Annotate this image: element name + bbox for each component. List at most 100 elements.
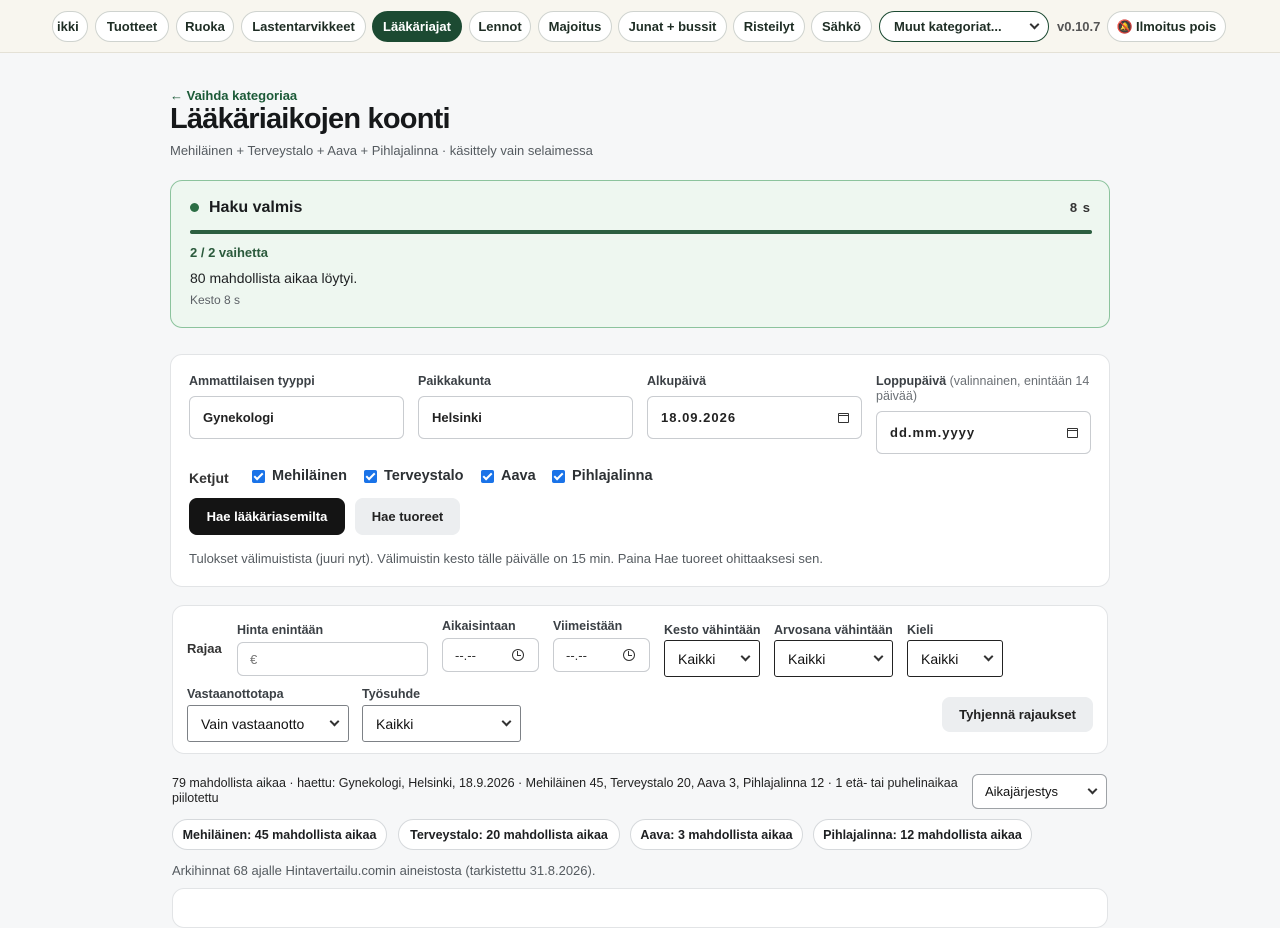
status-progress-fill [190, 230, 1092, 234]
nav-pill-tuotteet[interactable]: Tuotteet [95, 11, 169, 42]
chevron-down-icon [1029, 19, 1040, 30]
search-clinics-button[interactable]: Hae lääkäriasemilta [189, 498, 345, 535]
change-category-link[interactable]: ← Vaihda kategoriaa [170, 88, 297, 103]
language-value: Kaikki [921, 650, 959, 667]
chain-checkbox-terveystalo[interactable]: Terveystalo [364, 468, 464, 484]
start-date-label: Alkupäivä [647, 374, 707, 388]
chevron-down-icon [1087, 784, 1098, 795]
nav-pill-label: Ruoka [185, 19, 225, 34]
nav-pill-label: Junat + bussit [628, 19, 717, 34]
language-label: Kieli [907, 623, 934, 637]
chevron-down-icon [873, 651, 884, 662]
chain-checkbox-aava[interactable]: Aava [481, 468, 536, 484]
sort-select[interactable]: Aikajärjestys [972, 774, 1107, 809]
mode-select[interactable]: Vain vastaanotto [187, 705, 349, 742]
employment-select[interactable]: Kaikki [362, 705, 521, 742]
language-select[interactable]: Kaikki [907, 640, 1003, 677]
end-date-input[interactable]: dd.mm.yyyy [876, 411, 1091, 454]
nav-pill-partial[interactable]: ikki [52, 11, 88, 42]
earliest-time-value: --.-- [455, 647, 476, 663]
more-categories-label: Muut kategoriat... [894, 19, 1002, 34]
min-rating-select[interactable]: Kaikki [774, 640, 893, 677]
latest-time-input[interactable]: --.-- [553, 638, 650, 672]
cache-note: Tulokset välimuistista (juuri nyt). Väli… [189, 551, 823, 566]
page-title: Lääkäriaikojen koonti [170, 103, 451, 135]
nav-pill-label: Tuotteet [106, 19, 158, 34]
chain-chip-terveystalo[interactable]: Terveystalo: 20 mahdollista aikaa [398, 819, 620, 850]
chain-chip-pihlajalinna[interactable]: Pihlajalinna: 12 mahdollista aikaa [813, 819, 1032, 850]
end-date-label-text: Loppupäivä [876, 374, 947, 388]
chain-label: Pihlajalinna [572, 468, 653, 484]
notify-toggle-button[interactable]: 🔕 Ilmoitus pois [1107, 11, 1226, 42]
more-categories-select[interactable]: Muut kategoriat... [879, 11, 1049, 42]
nav-pill-lastentarvikkeet[interactable]: Lastentarvikkeet [241, 11, 366, 42]
chain-checkbox-pihlajalinna[interactable]: Pihlajalinna [552, 468, 653, 484]
min-rating-value: Kaikki [788, 650, 826, 667]
min-duration-select[interactable]: Kaikki [664, 640, 760, 677]
nav-pill-junat-bussit[interactable]: Junat + bussit [618, 11, 727, 42]
clear-filters-button[interactable]: Tyhjennä rajaukset [942, 697, 1093, 732]
bell-off-icon: 🔕 [1116, 18, 1133, 34]
status-duration: Kesto 8 s [190, 293, 241, 307]
start-date-input[interactable]: 18.09.2026 [647, 396, 862, 439]
page-subtitle: Mehiläinen + Terveystalo + Aava + Pihlaj… [170, 143, 593, 158]
nav-pill-label: Lääkäriajat [383, 19, 451, 34]
city-label: Paikkakunta [418, 374, 491, 388]
min-rating-label: Arvosana vähintään [774, 623, 893, 637]
employment-value: Kaikki [376, 715, 414, 732]
max-price-placeholder: € [250, 651, 258, 667]
mode-value: Vain vastaanotto [201, 715, 305, 732]
mode-label: Vastaanottotapa [187, 687, 284, 701]
nav-pill-label: Lennot [478, 19, 522, 34]
status-dot-icon [190, 203, 199, 212]
chain-checkbox-mehilainen[interactable]: Mehiläinen [252, 468, 347, 484]
refresh-search-button[interactable]: Hae tuoreet [355, 498, 460, 535]
nav-pill-risteilyt[interactable]: Risteilyt [733, 11, 805, 42]
earliest-time-input[interactable]: --.-- [442, 638, 539, 672]
status-stage: 2 / 2 vaihetta [190, 245, 269, 260]
clock-icon[interactable] [623, 649, 635, 661]
checkbox-checked-icon[interactable] [552, 469, 565, 483]
calendar-icon[interactable] [1067, 427, 1078, 438]
latest-time-value: --.-- [566, 647, 587, 663]
max-price-input[interactable]: € [237, 642, 428, 676]
notify-toggle-label: Ilmoitus pois [1136, 19, 1217, 34]
clock-icon[interactable] [512, 649, 524, 661]
chevron-down-icon [983, 651, 994, 662]
chain-chip-mehilainen[interactable]: Mehiläinen: 45 mahdollista aikaa [172, 819, 387, 850]
status-found-count: 80 mahdollista aikaa löytyi. [190, 270, 358, 286]
nav-pill-label: Lastentarvikkeet [252, 19, 355, 34]
checkbox-checked-icon[interactable] [364, 469, 377, 483]
end-date-label: Loppupäivä (valinnainen, enintään 14 päi… [876, 374, 1094, 404]
chains-label: Ketjut [189, 470, 229, 486]
type-label: Ammattilaisen tyyppi [189, 374, 315, 388]
start-date-value: 18.09.2026 [661, 410, 737, 425]
nav-pill-laakariajat[interactable]: Lääkäriajat [372, 11, 462, 42]
chain-chip-aava[interactable]: Aava: 3 mahdollista aikaa [630, 819, 803, 850]
nav-pill-partial-label: ikki [57, 19, 79, 34]
end-date-placeholder: dd.mm.yyyy [890, 425, 976, 440]
prices-note: Arkihinnat 68 ajalle Hintavertailu.comin… [172, 863, 596, 878]
chevron-down-icon [501, 716, 512, 727]
checkbox-checked-icon[interactable] [252, 469, 265, 483]
chain-label: Aava [501, 468, 536, 484]
status-progress-bar [190, 230, 1092, 234]
chain-label: Terveystalo [384, 468, 464, 484]
category-nav: ikki Tuotteet Ruoka Lastentarvikkeet Lää… [0, 0, 1280, 53]
max-price-label: Hinta enintään [237, 623, 324, 637]
search-form: Ammattilaisen tyyppi Gynekologi Paikkaku… [170, 354, 1110, 587]
nav-pill-ruoka[interactable]: Ruoka [176, 11, 234, 42]
type-input[interactable]: Gynekologi [189, 396, 404, 439]
nav-pill-majoitus[interactable]: Majoitus [538, 11, 612, 42]
nav-pill-lennot[interactable]: Lennot [469, 11, 531, 42]
results-summary: 79 mahdollista aikaa · haettu: Gynekolog… [172, 776, 958, 805]
chevron-down-icon [740, 651, 751, 662]
min-duration-value: Kaikki [678, 650, 716, 667]
result-card [172, 888, 1108, 928]
nav-pill-label: Risteilyt [743, 19, 795, 34]
city-input[interactable]: Helsinki [418, 396, 633, 439]
checkbox-checked-icon[interactable] [481, 469, 494, 483]
calendar-icon[interactable] [838, 412, 849, 423]
status-elapsed: 8 s [1069, 200, 1091, 215]
nav-pill-sahko[interactable]: Sähkö [811, 11, 872, 42]
